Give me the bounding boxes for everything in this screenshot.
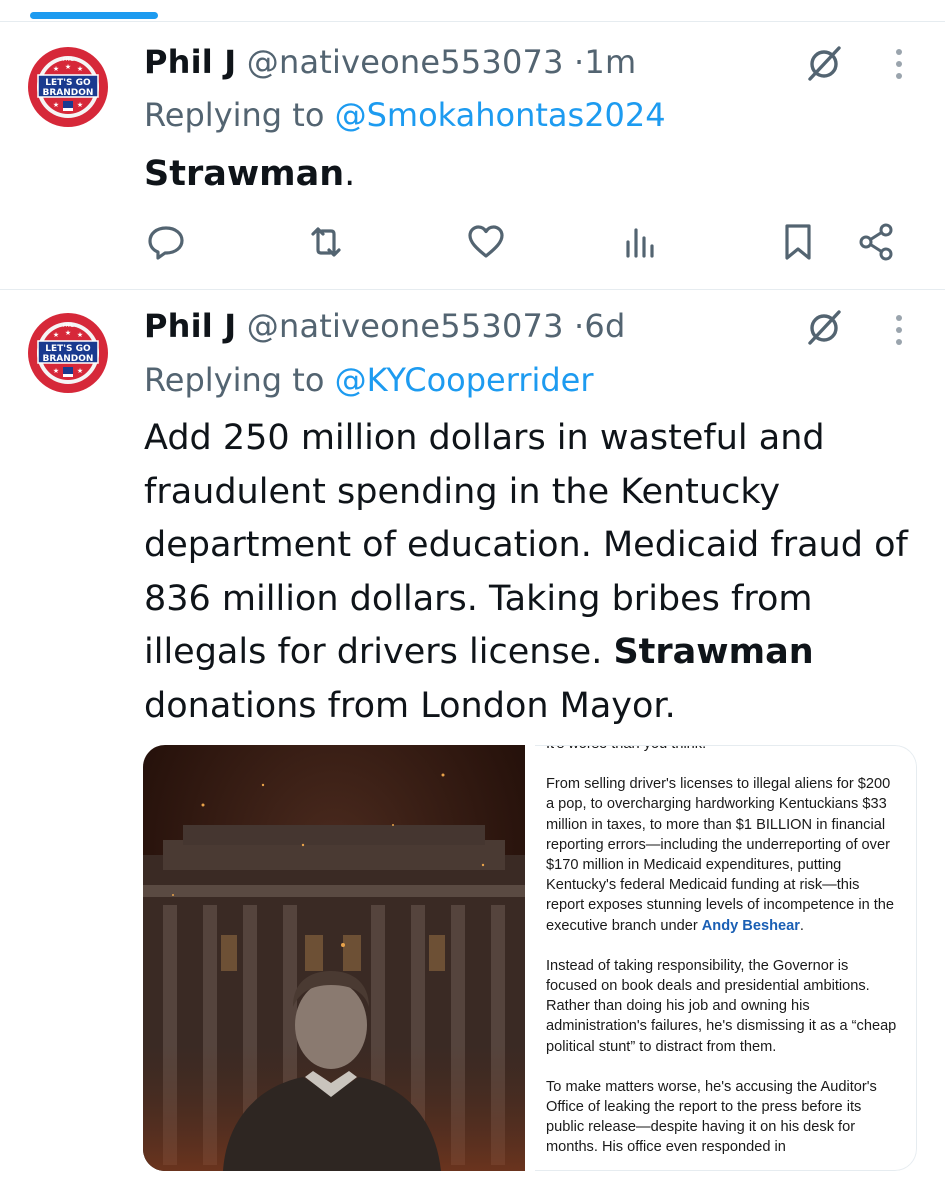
tweet-text-rest: .: [344, 154, 356, 194]
svg-text:★: ★: [77, 331, 83, 339]
tweet-text-part2: donations from London Mayor.: [144, 685, 676, 726]
reply-icon[interactable]: [144, 220, 188, 264]
svg-text:BRANDON: BRANDON: [43, 88, 94, 98]
andy-beshear-link: Andy Beshear: [701, 917, 800, 934]
article-paragraph-2: Instead of taking responsibility, the Go…: [546, 957, 897, 1055]
grok-icon[interactable]: [803, 42, 845, 84]
bold-word: Strawman: [144, 154, 345, 194]
svg-text:★: ★: [53, 101, 59, 109]
tweet-divider: [0, 289, 945, 290]
bookmark-icon[interactable]: [776, 220, 820, 264]
avatar[interactable]: LET'S GO BRANDON PHIL ★ ★ ★ ★ ★: [26, 311, 110, 395]
svg-text:★: ★: [77, 367, 83, 375]
active-tab-indicator: [30, 12, 158, 19]
like-icon[interactable]: [464, 220, 508, 264]
svg-text:BRANDON: BRANDON: [43, 354, 94, 364]
lets-go-brandon-avatar-icon: LET'S GO BRANDON PHIL ★ ★ ★ ★ ★: [26, 311, 110, 395]
article-screenshot-image[interactable]: It's worse than you think. From selling …: [535, 745, 917, 1171]
svg-text:★: ★: [77, 65, 83, 73]
media-grid[interactable]: It's worse than you think. From selling …: [143, 745, 917, 1171]
tweet-text: Strawman.: [144, 148, 924, 202]
svg-text:★: ★: [53, 331, 59, 339]
governor-photo-image[interactable]: [143, 745, 525, 1171]
retweet-icon[interactable]: [304, 220, 348, 264]
tweet-actions: [0, 220, 945, 270]
svg-text:★: ★: [53, 367, 59, 375]
svg-text:LET'S GO: LET'S GO: [45, 78, 91, 88]
article-paragraph-3: To make matters worse, he's accusing the…: [546, 1078, 877, 1156]
views-icon[interactable]: [618, 220, 662, 264]
media-gap: [525, 745, 535, 1171]
svg-text:LET'S GO: LET'S GO: [45, 344, 91, 354]
replying-to-prefix: Replying to: [144, 361, 335, 399]
replying-to-prefix: Replying to: [144, 96, 335, 134]
tweet-header: Phil J @nativeone553073 ·1m: [144, 42, 636, 82]
svg-text:★: ★: [77, 101, 83, 109]
header-separator: ·: [574, 307, 585, 345]
more-options-icon[interactable]: [888, 44, 910, 84]
replying-to-mention[interactable]: @KYCooperrider: [335, 361, 594, 399]
header-divider: [0, 21, 945, 22]
timestamp[interactable]: 6d: [584, 307, 625, 345]
article-paragraph-1: From selling driver's licenses to illega…: [546, 774, 901, 936]
share-icon[interactable]: [854, 220, 898, 264]
svg-text:★: ★: [65, 63, 71, 71]
article-paragraph-1-text: From selling driver's licenses to illega…: [546, 776, 895, 934]
user-handle[interactable]: @nativeone553073: [247, 307, 564, 345]
svg-text:★: ★: [65, 329, 71, 337]
bold-word: Strawman: [613, 632, 814, 672]
grok-icon[interactable]: [803, 306, 845, 348]
avatar[interactable]: LET'S GO BRANDON PHIL ★ ★ ★ ★ ★: [26, 45, 110, 129]
article-paragraph-1-end: .: [799, 917, 804, 934]
lets-go-brandon-avatar-icon: LET'S GO BRANDON PHIL ★ ★ ★ ★ ★: [26, 45, 110, 129]
header-separator: ·: [574, 43, 585, 81]
replying-to-mention[interactable]: @Smokahontas2024: [335, 96, 666, 134]
display-name[interactable]: Phil J: [144, 43, 236, 81]
more-options-icon[interactable]: [888, 310, 910, 350]
user-handle[interactable]: @nativeone553073: [247, 43, 564, 81]
tweet-text: Add 250 million dollars in wasteful and …: [144, 412, 924, 733]
svg-text:★: ★: [53, 65, 59, 73]
timestamp[interactable]: 1m: [584, 43, 636, 81]
replying-to-line: Replying to @Smokahontas2024: [144, 95, 666, 135]
replying-to-line: Replying to @KYCooperrider: [144, 360, 594, 400]
display-name[interactable]: Phil J: [144, 307, 236, 345]
tweet-header: Phil J @nativeone553073 ·6d: [144, 306, 625, 346]
article-cut-line: It's worse than you think.: [546, 746, 901, 754]
